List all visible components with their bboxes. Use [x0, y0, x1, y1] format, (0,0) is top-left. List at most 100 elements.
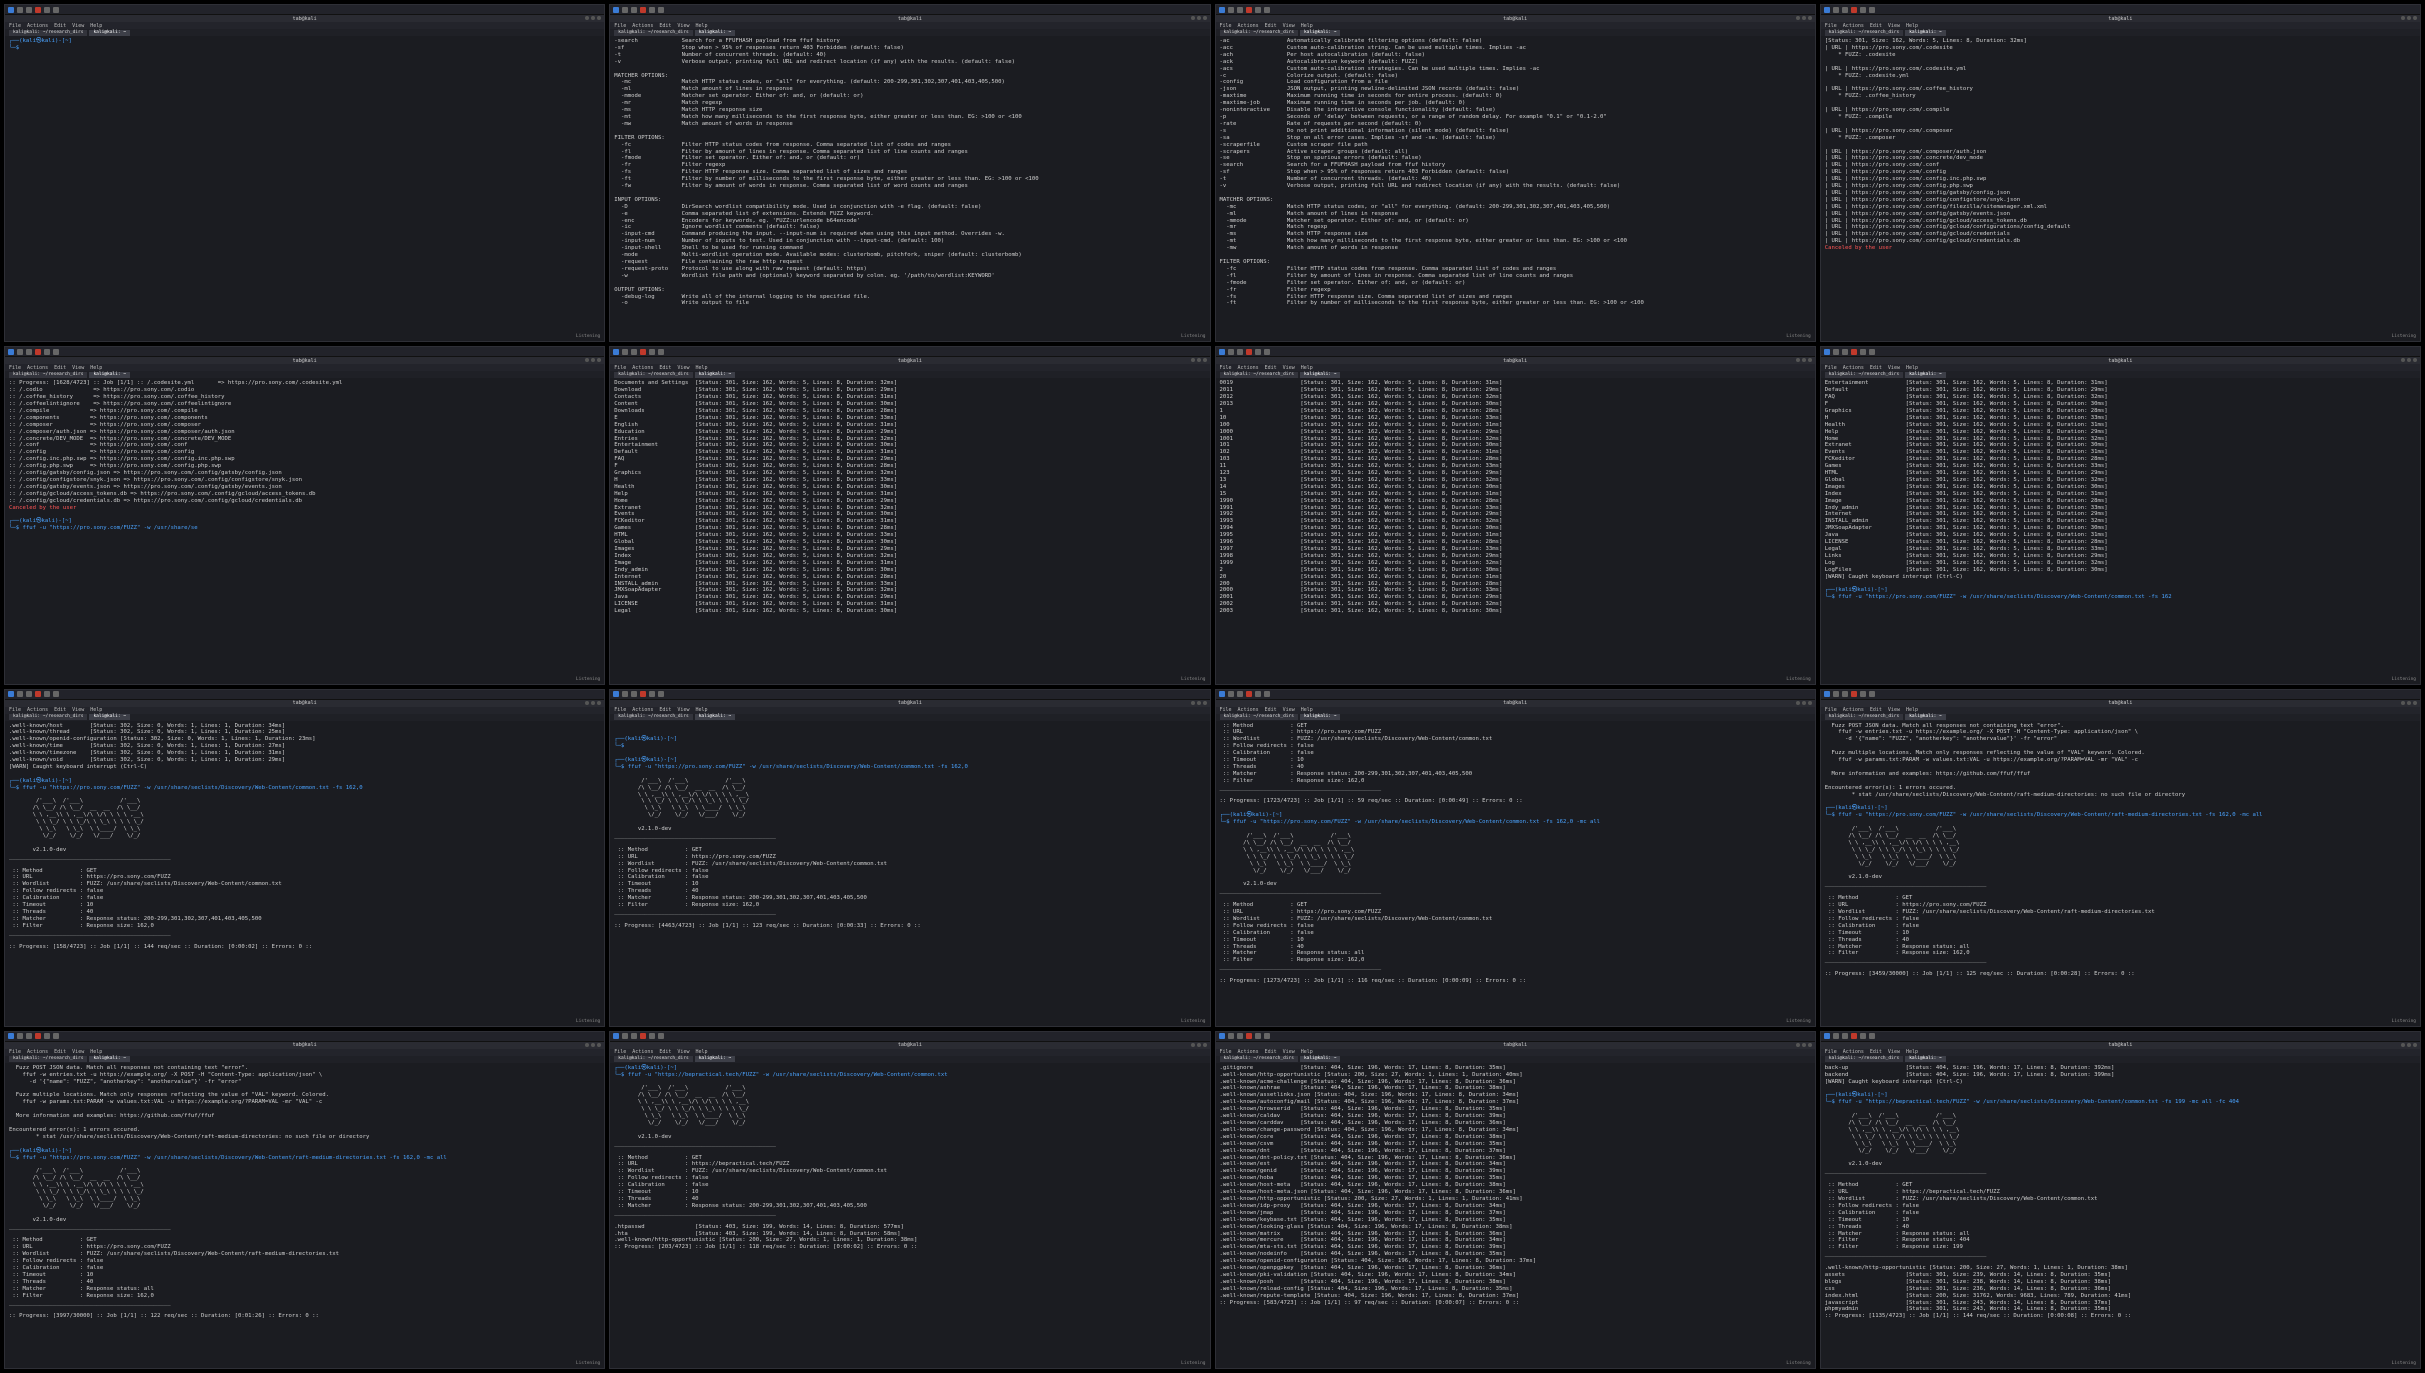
terminal-output[interactable]: Fuzz POST JSON data. Match all responses… — [1821, 721, 2420, 1026]
taskbar-app-icon[interactable] — [35, 348, 41, 355]
menu-item[interactable]: Edit — [659, 365, 671, 371]
taskbar-app-icon[interactable] — [35, 1033, 41, 1040]
terminal-tab[interactable]: kali@kali: ~ — [1905, 1056, 1946, 1063]
terminal-tab[interactable]: kali@kali: ~ — [89, 1056, 130, 1063]
terminal-tab[interactable]: kali@kali: ~ — [1905, 714, 1946, 720]
taskbar-app-icon[interactable] — [1245, 691, 1252, 697]
close-icon[interactable] — [2413, 700, 2417, 705]
window-titlebar[interactable]: tab@kali — [610, 699, 1210, 707]
minimize-icon[interactable] — [1190, 700, 1195, 705]
menu-item[interactable]: File — [9, 23, 21, 29]
window-titlebar[interactable]: tab@kali — [1820, 699, 2420, 707]
menu-item[interactable]: Help — [1301, 365, 1313, 371]
menu-item[interactable]: Help — [695, 365, 707, 371]
taskbar-app-icon[interactable] — [658, 691, 665, 697]
minimize-icon[interactable] — [2401, 700, 2405, 705]
menu-item[interactable]: Actions — [1238, 23, 1259, 29]
taskbar-app-icon[interactable] — [1832, 348, 1839, 355]
taskbar-app-icon[interactable] — [631, 691, 638, 697]
menu-item[interactable]: Edit — [1265, 1049, 1277, 1055]
menu-item[interactable]: View — [1888, 365, 1900, 371]
taskbar-app-icon[interactable] — [1218, 691, 1225, 697]
maximize-icon[interactable] — [1801, 1042, 1806, 1047]
terminal-tab[interactable]: kali@kali: ~/research_dirs — [614, 714, 693, 720]
taskbar-app-icon[interactable] — [1859, 6, 1866, 13]
taskbar-app-icon[interactable] — [1245, 6, 1252, 13]
terminal-output[interactable]: 0019 [Status: 301, Size: 162, Words: 5, … — [1216, 378, 1815, 683]
taskbar-app-icon[interactable] — [1823, 1033, 1830, 1040]
taskbar-app-icon[interactable] — [1841, 691, 1848, 697]
menu-item[interactable]: File — [1825, 365, 1837, 371]
taskbar-app-icon[interactable] — [1841, 6, 1848, 13]
taskbar-app-icon[interactable] — [631, 348, 638, 355]
taskbar-app-icon[interactable] — [1236, 1033, 1243, 1040]
close-icon[interactable] — [1807, 358, 1812, 363]
terminal-output[interactable]: Entertainment [Status: 301, Size: 162, W… — [1821, 378, 2420, 683]
terminal-tab[interactable]: kali@kali: ~/research_dirs — [614, 29, 693, 36]
taskbar-app-icon[interactable] — [622, 691, 629, 697]
terminal-tab[interactable]: kali@kali: ~ — [694, 371, 736, 378]
window-titlebar[interactable]: tab@kali — [1820, 357, 2420, 365]
close-icon[interactable] — [2413, 358, 2417, 363]
taskbar-app-icon[interactable] — [26, 6, 32, 13]
menu-item[interactable]: View — [72, 23, 84, 29]
menu-item[interactable]: Help — [1906, 365, 1918, 371]
menu-item[interactable]: Edit — [54, 365, 66, 371]
maximize-icon[interactable] — [2407, 700, 2411, 705]
menu-item[interactable]: Actions — [1238, 1049, 1259, 1055]
taskbar-app-icon[interactable] — [35, 6, 41, 13]
taskbar-app-icon[interactable] — [649, 691, 656, 697]
terminal-tab[interactable]: kali@kali: ~ — [1299, 714, 1341, 720]
taskbar-app-icon[interactable] — [17, 6, 23, 13]
menu-item[interactable]: Edit — [54, 1049, 66, 1055]
menu-item[interactable]: View — [677, 365, 689, 371]
taskbar-app-icon[interactable] — [1841, 1033, 1848, 1040]
maximize-icon[interactable] — [1196, 16, 1201, 20]
taskbar-app-icon[interactable] — [1859, 1033, 1866, 1040]
taskbar-app-icon[interactable] — [1823, 691, 1830, 697]
window-titlebar[interactable]: tab@kali — [5, 15, 605, 22]
taskbar-app-icon[interactable] — [1254, 691, 1261, 697]
menu-item[interactable]: View — [72, 1049, 84, 1055]
menu-item[interactable]: Actions — [1843, 707, 1864, 713]
terminal-tab[interactable]: kali@kali: ~ — [1299, 1056, 1341, 1063]
taskbar-app-icon[interactable] — [44, 1033, 50, 1040]
taskbar-app-icon[interactable] — [8, 348, 14, 355]
terminal-tab[interactable]: kali@kali: ~ — [89, 714, 130, 720]
menu-item[interactable]: Actions — [1843, 23, 1864, 29]
menu-item[interactable]: View — [1283, 707, 1295, 713]
menu-item[interactable]: View — [677, 23, 689, 29]
maximize-icon[interactable] — [591, 700, 596, 705]
maximize-icon[interactable] — [1801, 16, 1806, 20]
minimize-icon[interactable] — [1795, 1042, 1800, 1047]
window-titlebar[interactable]: tab@kali — [5, 699, 605, 707]
terminal-tab[interactable]: kali@kali: ~/research_dirs — [1824, 29, 1904, 36]
taskbar-app-icon[interactable] — [1218, 1033, 1225, 1040]
taskbar-app-icon[interactable] — [53, 1033, 59, 1040]
terminal-tab[interactable]: kali@kali: ~ — [694, 714, 736, 720]
menu-item[interactable]: View — [677, 707, 689, 713]
maximize-icon[interactable] — [1196, 1042, 1201, 1047]
taskbar-app-icon[interactable] — [622, 1033, 629, 1040]
terminal-tab[interactable]: kali@kali: ~/research_dirs — [1219, 1056, 1298, 1063]
terminal-tab[interactable]: kali@kali: ~/research_dirs — [614, 371, 693, 378]
taskbar-app-icon[interactable] — [26, 691, 32, 697]
menu-item[interactable]: File — [614, 1049, 626, 1055]
menu-item[interactable]: File — [1220, 23, 1232, 29]
terminal-output[interactable]: .gitignore [Status: 404, Size: 196, Word… — [1216, 1063, 1815, 1368]
maximize-icon[interactable] — [2407, 1042, 2411, 1047]
taskbar-app-icon[interactable] — [1254, 1033, 1261, 1040]
menu-item[interactable]: File — [1220, 365, 1232, 371]
taskbar-app-icon[interactable] — [1263, 348, 1270, 355]
taskbar-app-icon[interactable] — [1868, 691, 1875, 697]
terminal-tab[interactable]: kali@kali: ~/research_dirs — [9, 29, 88, 36]
terminal-output[interactable]: Documents and Settings [Status: 301, Siz… — [610, 378, 1209, 683]
terminal-tab[interactable]: kali@kali: ~ — [1299, 29, 1341, 36]
taskbar-app-icon[interactable] — [1254, 348, 1261, 355]
menu-item[interactable]: Actions — [632, 707, 653, 713]
menu-item[interactable]: Help — [695, 1049, 707, 1055]
minimize-icon[interactable] — [2401, 16, 2405, 20]
taskbar-app-icon[interactable] — [1227, 6, 1234, 13]
menu-item[interactable]: Actions — [1843, 1049, 1864, 1055]
minimize-icon[interactable] — [585, 16, 590, 20]
